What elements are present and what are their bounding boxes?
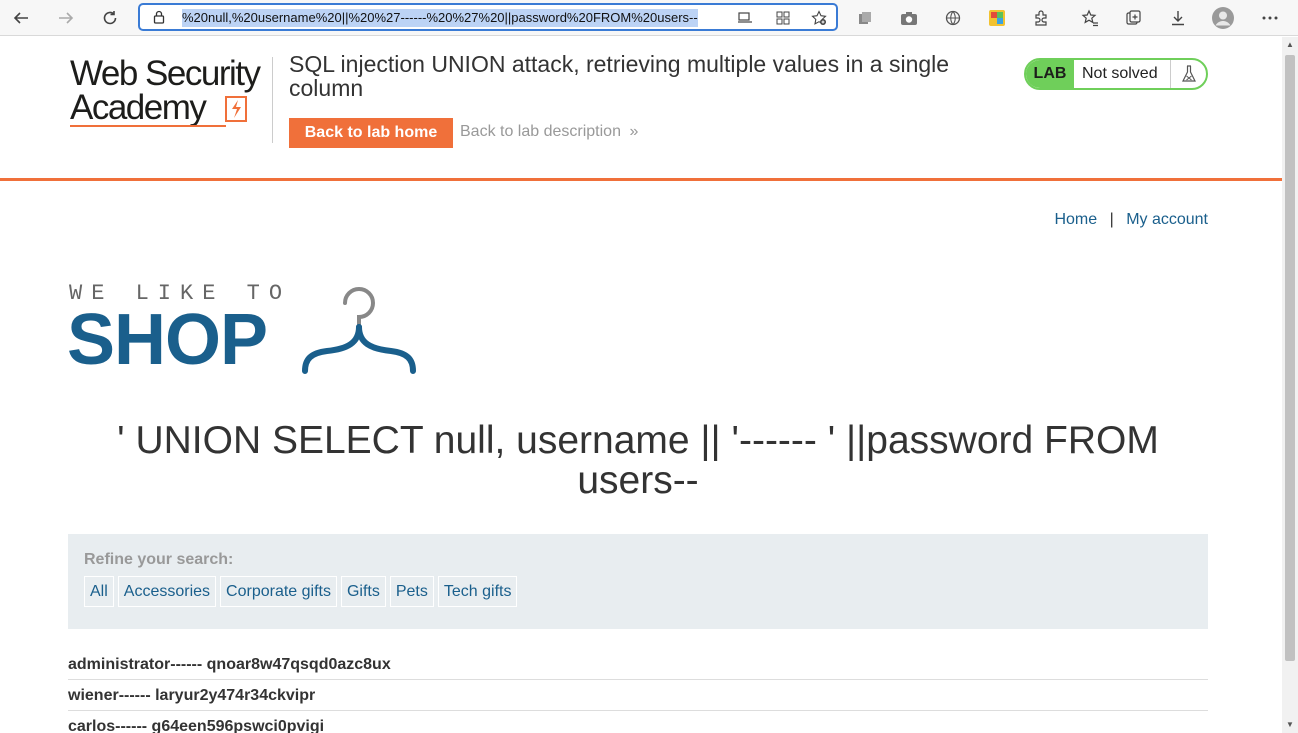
list-item: administrator------ qnoar8w47qsqd0azc8ux <box>68 649 1208 680</box>
url-text[interactable]: %20null,%20username%20||%20%27------%20%… <box>182 9 698 27</box>
lab-badge-label: LAB <box>1026 60 1074 88</box>
lab-status-text: Not solved <box>1082 65 1158 82</box>
scroll-down-icon[interactable]: ▼ <box>1285 720 1295 730</box>
lightning-bolt-icon <box>225 96 247 122</box>
filter-accessories[interactable]: Accessories <box>117 576 217 607</box>
collections-add-icon[interactable] <box>1122 6 1146 30</box>
home-link[interactable]: Home <box>1054 211 1097 228</box>
back-desc-label: Back to lab description <box>460 123 621 140</box>
download-icon[interactable] <box>1166 6 1190 30</box>
page-content: Web Security Academy SQL injection UNION… <box>0 37 1282 733</box>
filter-panel: Refine your search: All Accessories Corp… <box>68 534 1208 629</box>
hanger-icon <box>302 287 416 374</box>
vertical-scrollbar[interactable]: ▲ ▼ <box>1282 37 1298 733</box>
globe-icon[interactable] <box>941 6 965 30</box>
back-to-lab-home-button[interactable]: Back to lab home <box>289 118 453 148</box>
back-to-lab-description-link[interactable]: Back to lab description » <box>460 123 638 141</box>
filter-corporate-gifts[interactable]: Corporate gifts <box>220 576 337 607</box>
address-bar[interactable]: %20null,%20username%20||%20%27------%20%… <box>138 3 838 31</box>
add-favorite-icon[interactable] <box>810 9 828 27</box>
nav-separator: | <box>1109 211 1114 228</box>
lab-status-badge: LAB Not solved <box>1024 58 1208 90</box>
list-item: carlos------ g64een596pswci0pvigi <box>68 711 1208 733</box>
browser-toolbar: %20null,%20username%20||%20%27------%20%… <box>0 0 1298 36</box>
scroll-up-icon[interactable]: ▲ <box>1285 40 1295 50</box>
apps-icon[interactable] <box>774 9 792 27</box>
more-icon[interactable] <box>1258 6 1282 30</box>
collections-icon[interactable] <box>853 6 877 30</box>
camera-icon[interactable] <box>897 6 921 30</box>
favorites-icon[interactable] <box>1078 6 1102 30</box>
extensions-icon[interactable] <box>1029 6 1053 30</box>
scroll-thumb[interactable] <box>1285 55 1295 661</box>
we-like-to-shop-logo[interactable]: WE LIKE TO SHOP <box>67 281 427 381</box>
shop-name: SHOP <box>67 300 268 380</box>
double-chevron-icon: » <box>629 123 639 140</box>
read-aloud-icon[interactable] <box>736 9 754 27</box>
flask-icon <box>1170 60 1206 88</box>
refresh-icon[interactable] <box>98 6 122 30</box>
filter-all[interactable]: All <box>84 576 114 607</box>
forward-icon[interactable] <box>54 6 78 30</box>
lab-title: SQL injection UNION attack, retrieving m… <box>289 51 950 101</box>
search-results-heading: ' UNION SELECT null, username || '------… <box>117 419 1159 502</box>
top-navigation: Home | My account <box>1054 211 1208 229</box>
filter-pets[interactable]: Pets <box>389 576 434 607</box>
extension-colorful-icon[interactable] <box>985 6 1009 30</box>
my-account-link[interactable]: My account <box>1126 211 1208 228</box>
filter-tech-gifts[interactable]: Tech gifts <box>437 576 518 607</box>
profile-icon[interactable] <box>1211 6 1235 30</box>
category-filters: All Accessories Corporate gifts Gifts Pe… <box>84 576 518 607</box>
academy-header: Web Security Academy SQL injection UNION… <box>0 37 1282 181</box>
web-security-academy-logo[interactable]: Web Security Academy <box>70 55 270 147</box>
refine-label: Refine your search: <box>84 551 234 568</box>
filter-gifts[interactable]: Gifts <box>340 576 386 607</box>
back-icon[interactable] <box>9 6 33 30</box>
results-list: administrator------ qnoar8w47qsqd0azc8ux… <box>68 649 1208 733</box>
lock-icon[interactable] <box>152 10 166 24</box>
header-divider <box>272 57 273 143</box>
list-item: wiener------ laryur2y474r34ckvipr <box>68 680 1208 711</box>
logo-underline <box>70 125 226 127</box>
logo-line-2: Academy <box>70 88 207 127</box>
